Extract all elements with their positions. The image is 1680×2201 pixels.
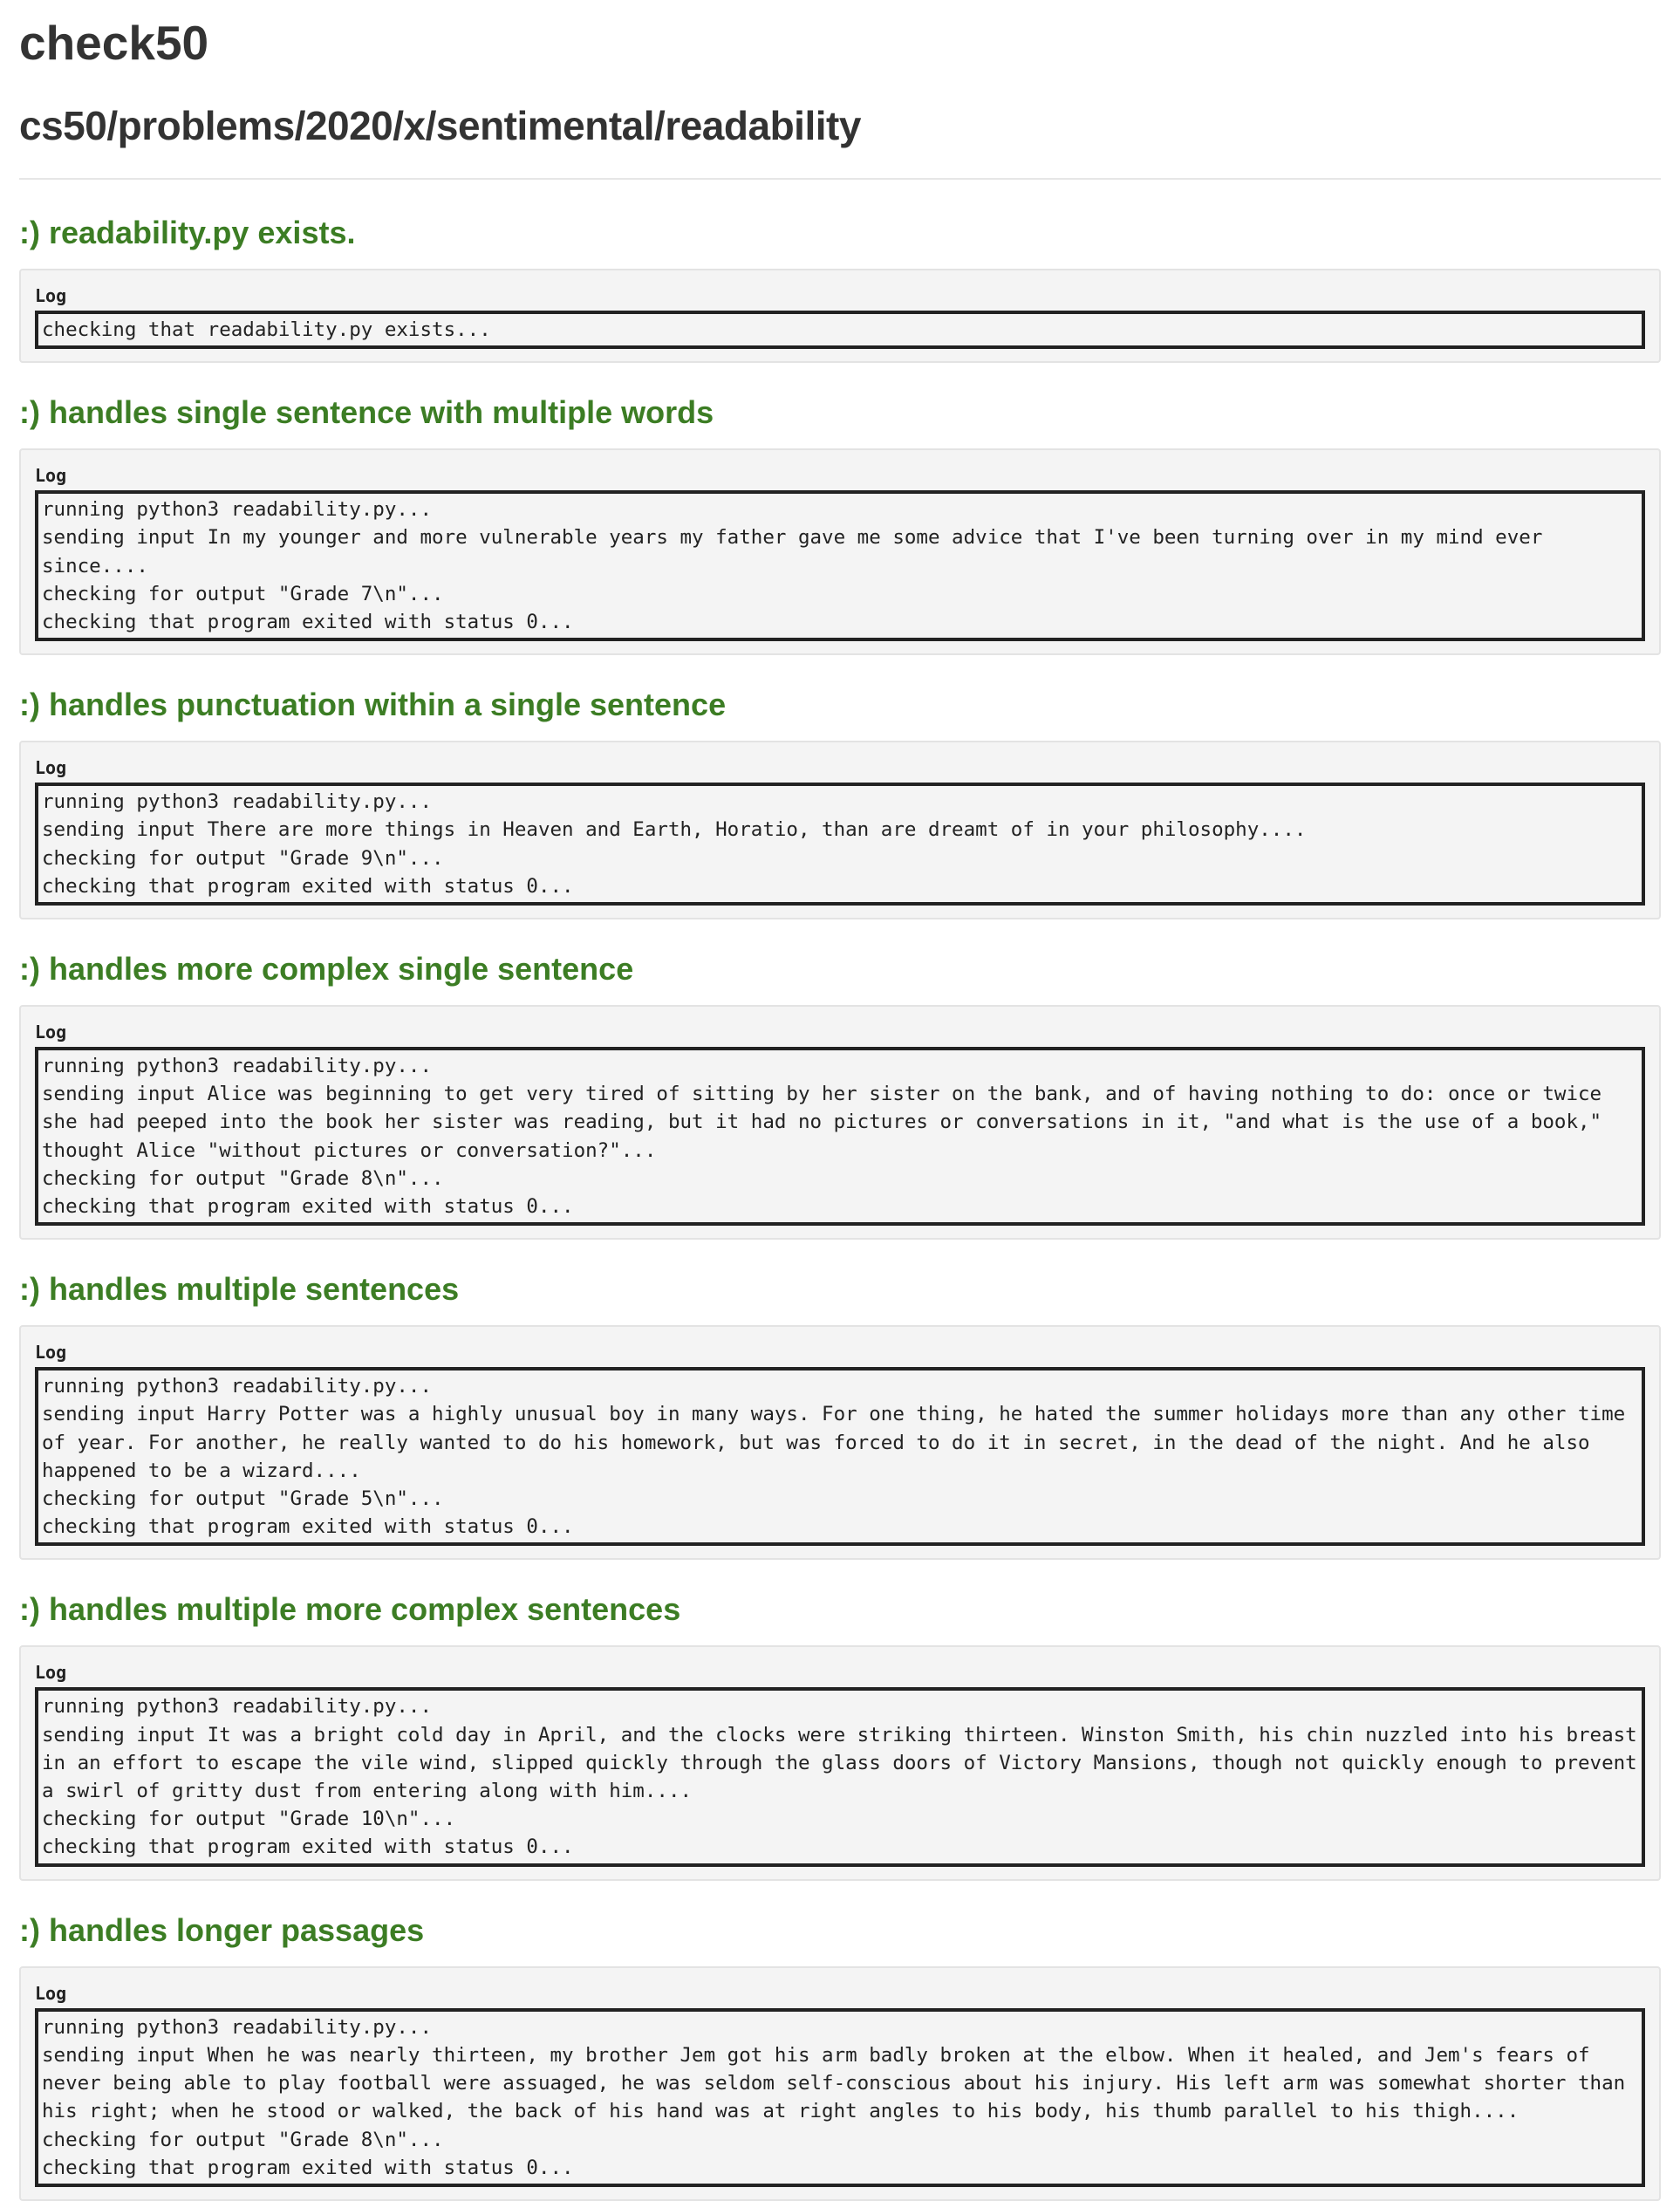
- log-line: checking that program exited with status…: [42, 2156, 574, 2179]
- log-panel: Log running python3 readability.py... sen…: [19, 741, 1661, 920]
- check50-results-page: check50 cs50/problems/2020/x/sentimental…: [0, 0, 1680, 2201]
- check-title: :) handles punctuation within a single s…: [19, 687, 727, 723]
- log-line: checking that program exited with status…: [42, 1195, 574, 1219]
- log-label: Log: [35, 465, 67, 487]
- log-line: checking for output "Grade 8\n"...: [42, 2128, 444, 2151]
- log-label: Log: [35, 757, 67, 779]
- check-result: :) readability.py exists. Log checking t…: [19, 213, 1661, 364]
- log-line: checking for output "Grade 5\n"...: [42, 1487, 444, 1511]
- check-title: :) handles single sentence with multiple…: [19, 394, 714, 431]
- log-line: running python3 readability.py...: [42, 1375, 433, 1398]
- log-output[interactable]: checking that readability.py exists...: [35, 311, 1645, 350]
- log-line: checking that readability.py exists...: [42, 318, 491, 341]
- check-title: :) handles multiple sentences: [19, 1271, 460, 1308]
- log-output[interactable]: running python3 readability.py... sending…: [35, 783, 1645, 906]
- log-output[interactable]: running python3 readability.py... sending…: [35, 1687, 1649, 1867]
- check-result: :) handles longer passages Log running p…: [19, 1910, 1661, 2201]
- log-line: sending input It was a bright cold day i…: [42, 1723, 1649, 1803]
- log-label: Log: [35, 1342, 67, 1364]
- page-title: check50: [19, 16, 209, 70]
- log-label: Log: [35, 1022, 67, 1043]
- log-panel: Log running python3 readability.py... sen…: [19, 448, 1661, 656]
- log-line: checking for output "Grade 9\n"...: [42, 846, 444, 870]
- check-result: :) handles multiple more complex sentenc…: [19, 1589, 1661, 1881]
- log-line: sending input Harry Potter was a highly …: [42, 1403, 1637, 1482]
- log-line: checking that program exited with status…: [42, 874, 574, 898]
- log-label: Log: [35, 1662, 67, 1684]
- log-line: running python3 readability.py...: [42, 790, 433, 814]
- log-output[interactable]: running python3 readability.py... sending…: [35, 2007, 1645, 2187]
- log-panel: Log running python3 readability.py... sen…: [19, 1005, 1661, 1241]
- log-line: checking for output "Grade 10\n"...: [42, 1808, 456, 1831]
- log-line: running python3 readability.py...: [42, 1695, 433, 1719]
- check-result: :) handles single sentence with multiple…: [19, 393, 1661, 656]
- log-line: checking that program exited with status…: [42, 1835, 574, 1859]
- checks-list: :) readability.py exists. Log checking t…: [19, 213, 1661, 2201]
- log-line: sending input There are more things in H…: [42, 818, 1307, 842]
- check-title: :) handles longer passages: [19, 1911, 425, 1948]
- log-output[interactable]: running python3 readability.py... sending…: [35, 1367, 1645, 1547]
- log-line: checking that program exited with status…: [42, 611, 574, 634]
- log-line: sending input Alice was beginning to get…: [42, 1083, 1614, 1162]
- log-line: checking for output "Grade 7\n"...: [42, 582, 444, 605]
- log-output[interactable]: running python3 readability.py... sending…: [35, 1047, 1645, 1227]
- log-label: Log: [35, 285, 67, 306]
- log-panel: Log checking that readability.py exists.…: [19, 269, 1661, 364]
- log-output[interactable]: running python3 readability.py... sending…: [35, 490, 1645, 642]
- log-panel: Log running python3 readability.py... sen…: [19, 1325, 1661, 1561]
- log-label: Log: [35, 1982, 67, 2004]
- log-panel: Log running python3 readability.py... sen…: [19, 1965, 1661, 2201]
- check-title: :) readability.py exists.: [19, 215, 356, 250]
- check-result: :) handles punctuation within a single s…: [19, 685, 1661, 920]
- log-line: running python3 readability.py...: [42, 1055, 433, 1078]
- log-line: checking that program exited with status…: [42, 1515, 574, 1539]
- log-line: sending input In my younger and more vul…: [42, 526, 1554, 578]
- log-line: checking for output "Grade 8\n"...: [42, 1166, 444, 1190]
- check-result: :) handles multiple sentences Log runnin…: [19, 1269, 1661, 1561]
- check-result: :) handles more complex single sentence …: [19, 949, 1661, 1241]
- log-line: running python3 readability.py...: [42, 498, 433, 522]
- check-title: :) handles more complex single sentence: [19, 951, 634, 988]
- problem-slug: cs50/problems/2020/x/sentimental/readabi…: [19, 103, 861, 148]
- divider: [19, 178, 1661, 180]
- log-line: sending input When he was nearly thirtee…: [42, 2043, 1637, 2123]
- check-title: :) handles multiple more complex sentenc…: [19, 1591, 681, 1628]
- log-panel: Log running python3 readability.py... sen…: [19, 1645, 1661, 1881]
- log-line: running python3 readability.py...: [42, 2015, 433, 2039]
